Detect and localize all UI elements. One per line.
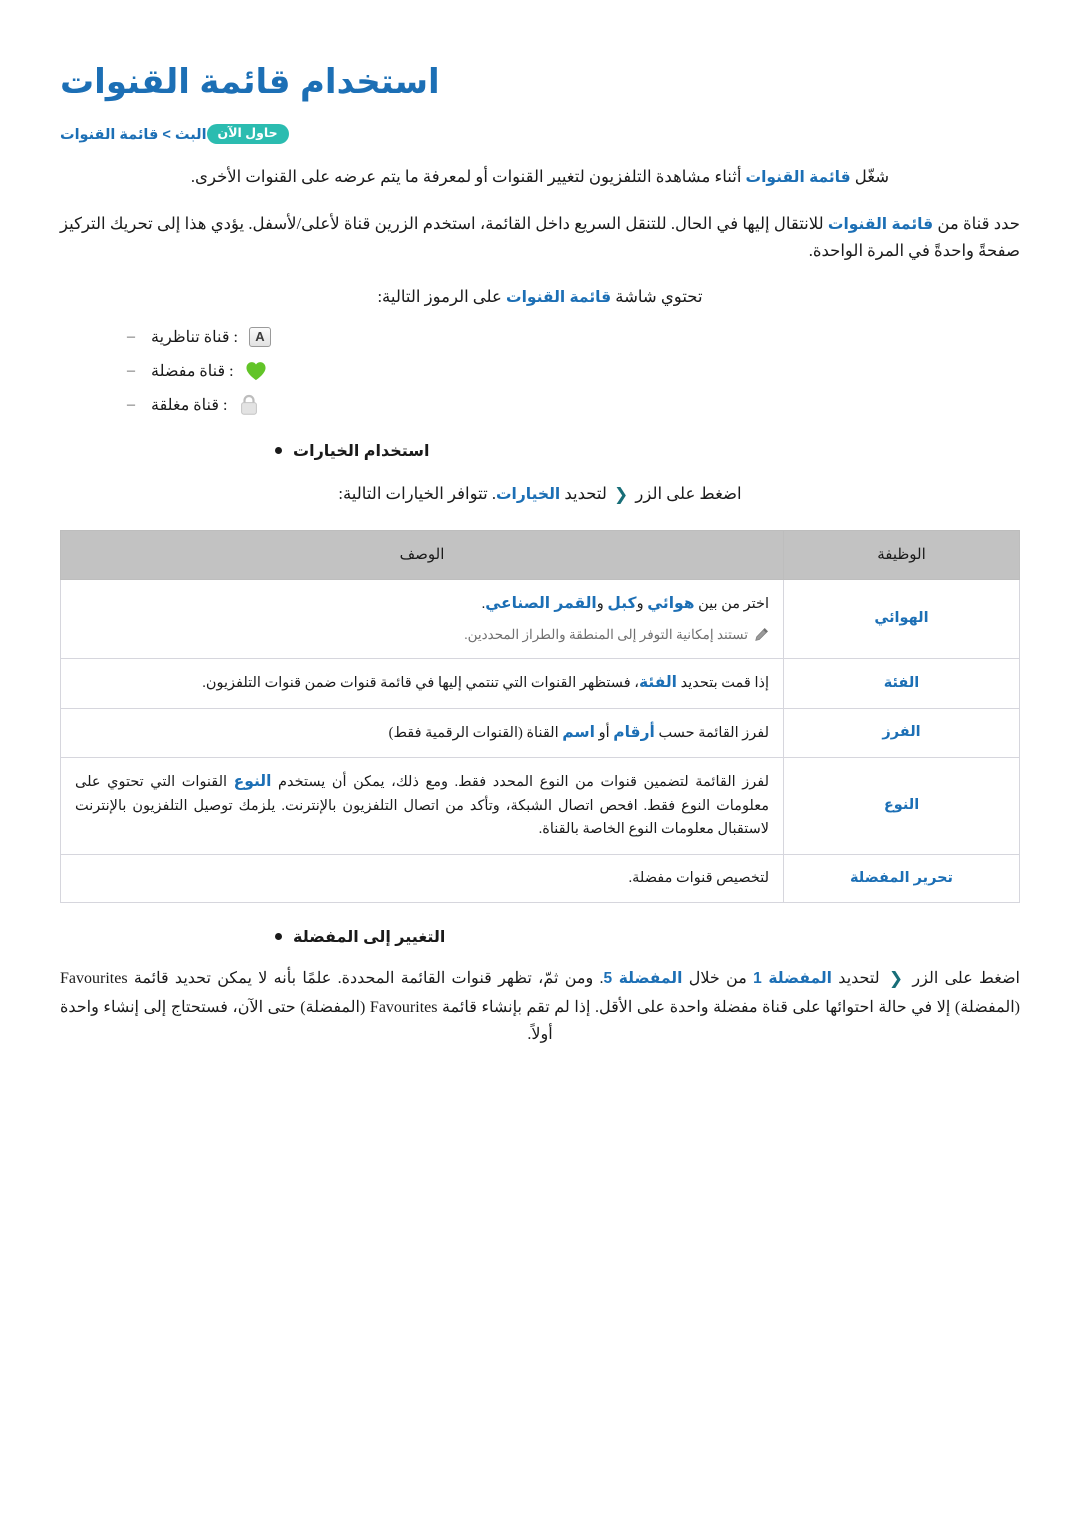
options-link[interactable]: الخيارات xyxy=(496,486,560,503)
sort-desc-mid1: أو xyxy=(594,724,614,741)
icon-legend-list: – : قناة تناظرية A – : قناة مفضلة – : قن… xyxy=(60,325,1020,417)
antenna-link-cable[interactable]: كبل xyxy=(607,595,636,612)
options-table: الوظيفة الوصف الهوائي اختر من بين هوائي … xyxy=(60,529,1020,903)
options-heading-label: استخدام الخيارات xyxy=(293,442,430,460)
table-row: تحرير المفضلة لتخصيص قنوات مفضلة. xyxy=(60,853,1020,903)
genre-link[interactable]: النوع xyxy=(234,773,272,790)
options-instruction: اضغط على الزر ❮ لتحديد الخيارات. تتوافر … xyxy=(60,481,1020,510)
pencil-note-icon xyxy=(754,627,769,642)
fav-instr-c: من خلال xyxy=(682,969,754,987)
sort-desc-suffix: القناة (القنوات الرقمية فقط) xyxy=(388,724,563,741)
chevron-left-icon-2[interactable]: ❮ xyxy=(886,969,906,989)
category-desc-suffix: ، فستظهر القنوات التي تنتمي إليها في قائ… xyxy=(202,674,639,691)
antenna-desc-mid1: و xyxy=(636,595,648,612)
sort-desc-prefix: لفرز القائمة حسب xyxy=(654,724,769,741)
favourites-instruction: اضغط على الزر ❮ لتحديد المفضلة 1 من خلال… xyxy=(60,965,1020,1048)
table-cell-description-genre: لفرز القائمة لتضمين قنوات من النوع المحد… xyxy=(60,757,784,855)
legend-label-favourite: : قناة مفضلة xyxy=(151,362,234,380)
table-cell-description-category: إذا قمت بتحديد الفئة، فستظهر القنوات الت… xyxy=(60,657,784,709)
table-header-description: الوصف xyxy=(60,529,784,580)
antenna-note: تستند إمكانية التوفر إلى المنطقة والطراز… xyxy=(75,624,769,646)
intro-paragraph-3: تحتوي شاشة قائمة القنوات على الرموز التا… xyxy=(60,284,1020,311)
table-cell-function-antenna[interactable]: الهوائي xyxy=(783,578,1020,659)
breadcrumb-path: البث > قائمة القنوات xyxy=(60,127,207,144)
legend-item-analog: – : قناة تناظرية A xyxy=(60,325,1020,349)
options-section-heading: استخدام الخيارات xyxy=(60,441,1020,461)
category-desc-prefix: إذا قمت بتحديد xyxy=(677,674,769,691)
intro-paragraph-2: حدد قناة من قائمة القنوات للانتقال إليها… xyxy=(60,211,1020,264)
channel-list-link-2[interactable]: قائمة القنوات xyxy=(828,216,933,233)
table-header-function: الوظيفة xyxy=(783,529,1020,580)
legend-label-analog: : قناة تناظرية xyxy=(151,328,238,346)
legend-item-favourite: – : قناة مفضلة xyxy=(60,359,1020,383)
favourites-section-heading: التغيير إلى المفضلة xyxy=(60,927,1020,947)
table-cell-function-edit-favourites[interactable]: تحرير المفضلة xyxy=(783,853,1020,903)
legend-dash-1: – xyxy=(127,327,135,345)
sort-link-name[interactable]: اسم xyxy=(562,724,595,741)
intro-p2-part-a: حدد قناة من xyxy=(933,213,1020,233)
table-cell-function-sort[interactable]: الفرز xyxy=(783,707,1020,759)
bullet-dot-options xyxy=(275,447,282,455)
antenna-link-aerial[interactable]: هوائي xyxy=(647,595,694,612)
favourite-heart-icon xyxy=(243,359,269,383)
legend-label-locked: : قناة مغلقة xyxy=(151,396,228,414)
table-cell-function-genre[interactable]: النوع xyxy=(783,757,1020,855)
table-row: النوع لفرز القائمة لتضمين قنوات من النوع… xyxy=(60,757,1020,855)
table-row: الهوائي اختر من بين هوائي وكبل والقمر ال… xyxy=(60,578,1020,659)
table-row: الفرز لفرز القائمة حسب أرقام أو اسم القن… xyxy=(60,707,1020,759)
try-now-badge[interactable]: حاول الآن xyxy=(206,124,289,145)
analog-channel-icon: A xyxy=(247,325,273,349)
antenna-note-text: تستند إمكانية التوفر إلى المنطقة والطراز… xyxy=(464,627,748,643)
document-page: استخدام قائمة القنوات حاول الآنالبث > قا… xyxy=(0,0,1080,1527)
locked-padlock-icon xyxy=(236,393,262,417)
table-header-row: الوظيفة الوصف xyxy=(60,529,1020,580)
intro-p3-part-b: على الرموز التالية: xyxy=(377,287,506,307)
intro-p1-part-b: أثناء مشاهدة التلفزيون لتغيير القنوات أو… xyxy=(190,167,746,187)
page-title: استخدام قائمة القنوات xyxy=(60,63,440,101)
fav-instr-a: اضغط على الزر xyxy=(906,969,1020,987)
table-cell-function-category[interactable]: الفئة xyxy=(783,657,1020,709)
sort-link-numbers[interactable]: أرقام xyxy=(613,724,655,741)
table-cell-description-edit-favourites: لتخصيص قنوات مفضلة. xyxy=(60,853,784,903)
options-instr-a: اضغط على الزر xyxy=(631,483,742,503)
favourites-1-link[interactable]: المفضلة 1 xyxy=(753,970,832,987)
legend-dash-2: – xyxy=(127,361,135,379)
legend-item-locked: – : قناة مغلقة xyxy=(60,393,1020,417)
intro-p1-part-a: شغّل xyxy=(850,167,890,187)
table-row: الفئة إذا قمت بتحديد الفئة، فستظهر القنو… xyxy=(60,657,1020,709)
table-cell-description-antenna: اختر من بين هوائي وكبل والقمر الصناعي. ت… xyxy=(60,578,784,659)
favourites-heading-label: التغيير إلى المفضلة xyxy=(293,928,446,946)
bullet-dot-favourites xyxy=(275,933,282,941)
channel-list-link-1[interactable]: قائمة القنوات xyxy=(746,169,851,186)
favourites-5-link[interactable]: المفضلة 5 xyxy=(604,970,683,987)
intro-p3-part-a: تحتوي شاشة xyxy=(611,287,703,307)
options-instr-c: . تتوافر الخيارات التالية: xyxy=(338,483,496,503)
category-link[interactable]: الفئة xyxy=(639,674,677,691)
genre-desc-prefix: لفرز القائمة لتضمين قنوات من النوع المحد… xyxy=(271,774,769,791)
antenna-desc-mid2: و xyxy=(596,595,608,612)
intro-paragraph-1: شغّل قائمة القنوات أثناء مشاهدة التلفزيو… xyxy=(60,164,1020,191)
antenna-desc-prefix: اختر من بين xyxy=(694,595,769,612)
chevron-left-icon[interactable]: ❮ xyxy=(611,485,631,505)
antenna-link-satellite[interactable]: القمر الصناعي xyxy=(485,595,596,612)
breadcrumb: حاول الآنالبث > قائمة القنوات xyxy=(60,124,1020,145)
table-cell-description-sort: لفرز القائمة حسب أرقام أو اسم القناة (ال… xyxy=(60,707,784,759)
channel-list-link-3[interactable]: قائمة القنوات xyxy=(506,289,611,306)
analog-channel-glyph: A xyxy=(248,326,271,347)
options-instr-b: لتحديد xyxy=(560,483,612,503)
legend-dash-3: – xyxy=(127,395,135,413)
fav-instr-b: لتحديد xyxy=(832,969,886,987)
